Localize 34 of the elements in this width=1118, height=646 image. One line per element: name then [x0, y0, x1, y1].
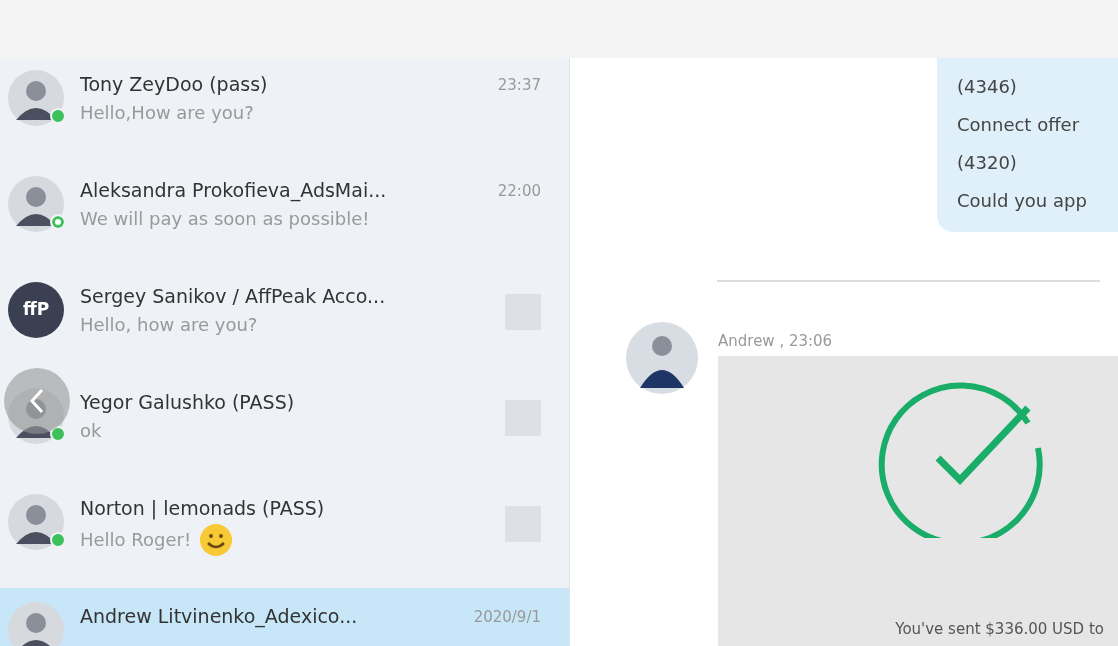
avatar: [8, 602, 64, 646]
message-preview: We will pay as soon as possible!: [80, 206, 370, 231]
sender-label: Andrew , 23:06: [718, 331, 833, 352]
avatar-logo: ffP: [22, 298, 50, 322]
contact-item[interactable]: Andrew Litvinenko_Adexico... 2020/9/1: [0, 588, 569, 646]
message-preview: Hello, how are you?: [80, 312, 258, 337]
contact-item[interactable]: Yegor Galushko (PASS) ok: [0, 376, 569, 482]
contact-item[interactable]: Aleksandra Prokofieva_AdsMai... We will pay as soon as possible! 22:00: [0, 164, 569, 270]
message-line: Connect offer: [957, 113, 1081, 137]
contact-name: Aleksandra Prokofieva_AdsMai...: [80, 178, 388, 204]
avatar: [626, 322, 698, 394]
message-time: 22:00: [497, 181, 541, 202]
contact-name: Norton | lemonads (PASS): [80, 496, 326, 522]
avatar: [8, 176, 64, 232]
payment-text: You've sent $336.00 USD to: [895, 618, 1104, 640]
message-preview: Hello Roger!: [80, 528, 192, 552]
message-line: (4320): [957, 151, 1018, 175]
avatar: [8, 388, 64, 444]
avatar: [8, 70, 64, 126]
message-time: 23:37: [497, 75, 541, 96]
contact-item[interactable]: Norton | lemonads (PASS) Hello Roger!: [0, 482, 569, 588]
message-preview: ok: [80, 418, 102, 443]
chevron-left-icon: [29, 387, 45, 415]
contact-name: Tony ZeyDoo (pass): [80, 72, 269, 97]
contact-name: Andrew Litvinenko_Adexico...: [80, 604, 359, 630]
contact-item[interactable]: ffP Sergey Sanikov / AffPeak Acco... Hello, how are you?: [0, 270, 569, 376]
message-line: Could you app: [957, 189, 1088, 213]
avatar: [8, 494, 64, 550]
contact-name: Yegor Galushko (PASS): [80, 390, 296, 415]
message-preview: Hello,How are you?: [80, 100, 254, 125]
message-time: 2020/9/1: [473, 607, 541, 628]
contact-item[interactable]: Tony ZeyDoo (pass) Hello,How are you? 23:37: [0, 58, 569, 164]
contact-name: Sergey Sanikov / AffPeak Acco...: [80, 284, 387, 309]
message-line: (4346): [957, 75, 1018, 99]
